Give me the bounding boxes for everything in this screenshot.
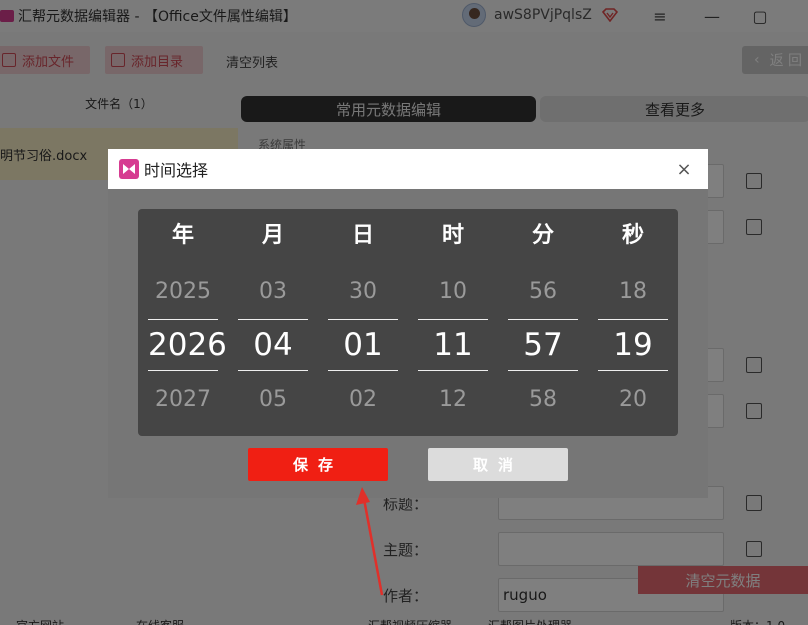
year-heading: 年 bbox=[171, 223, 194, 248]
second-column[interactable]: 秒 18 19 20 bbox=[598, 209, 668, 436]
month-heading: 月 bbox=[261, 223, 284, 248]
hour-heading: 时 bbox=[441, 223, 464, 248]
month-column[interactable]: 月 03 04 05 bbox=[238, 209, 308, 436]
year-column[interactable]: 年 2025 2026 2027 bbox=[148, 209, 227, 436]
year-selected[interactable]: 2026 bbox=[148, 319, 227, 371]
cancel-button[interactable]: 取消 bbox=[428, 448, 568, 481]
minute-selected[interactable]: 57 bbox=[508, 319, 578, 371]
day-selected[interactable]: 01 bbox=[328, 319, 398, 371]
minute-next[interactable]: 58 bbox=[508, 387, 578, 412]
month-selected[interactable]: 04 bbox=[238, 319, 308, 371]
second-selected[interactable]: 19 bbox=[598, 319, 668, 371]
dialog-header: 时间选择 × bbox=[108, 149, 708, 189]
day-prev[interactable]: 30 bbox=[328, 279, 398, 304]
hour-selected[interactable]: 11 bbox=[418, 319, 488, 371]
year-next[interactable]: 2027 bbox=[148, 387, 218, 412]
second-prev[interactable]: 18 bbox=[598, 279, 668, 304]
hour-column[interactable]: 时 10 11 12 bbox=[418, 209, 488, 436]
minute-heading: 分 bbox=[531, 223, 554, 248]
time-wheel: 年 2025 2026 2027 月 03 04 05 日 30 01 02 时… bbox=[138, 209, 678, 436]
second-heading: 秒 bbox=[621, 223, 644, 248]
minute-column[interactable]: 分 56 57 58 bbox=[508, 209, 578, 436]
hour-prev[interactable]: 10 bbox=[418, 279, 488, 304]
close-icon[interactable]: × bbox=[674, 159, 694, 180]
dialog-title: 时间选择 bbox=[144, 161, 209, 180]
hour-next[interactable]: 12 bbox=[418, 387, 488, 412]
save-button[interactable]: 保存 bbox=[248, 448, 388, 481]
time-picker-dialog: 时间选择 × 年 2025 2026 2027 月 03 04 05 日 30 … bbox=[108, 149, 708, 498]
day-column[interactable]: 日 30 01 02 bbox=[328, 209, 398, 436]
minute-prev[interactable]: 56 bbox=[508, 279, 578, 304]
year-prev[interactable]: 2025 bbox=[148, 279, 218, 304]
month-prev[interactable]: 03 bbox=[238, 279, 308, 304]
second-next[interactable]: 20 bbox=[598, 387, 668, 412]
day-next[interactable]: 02 bbox=[328, 387, 398, 412]
month-next[interactable]: 05 bbox=[238, 387, 308, 412]
day-heading: 日 bbox=[351, 223, 374, 248]
annotation-arrow-icon bbox=[356, 487, 384, 596]
app-logo-icon bbox=[119, 159, 139, 179]
